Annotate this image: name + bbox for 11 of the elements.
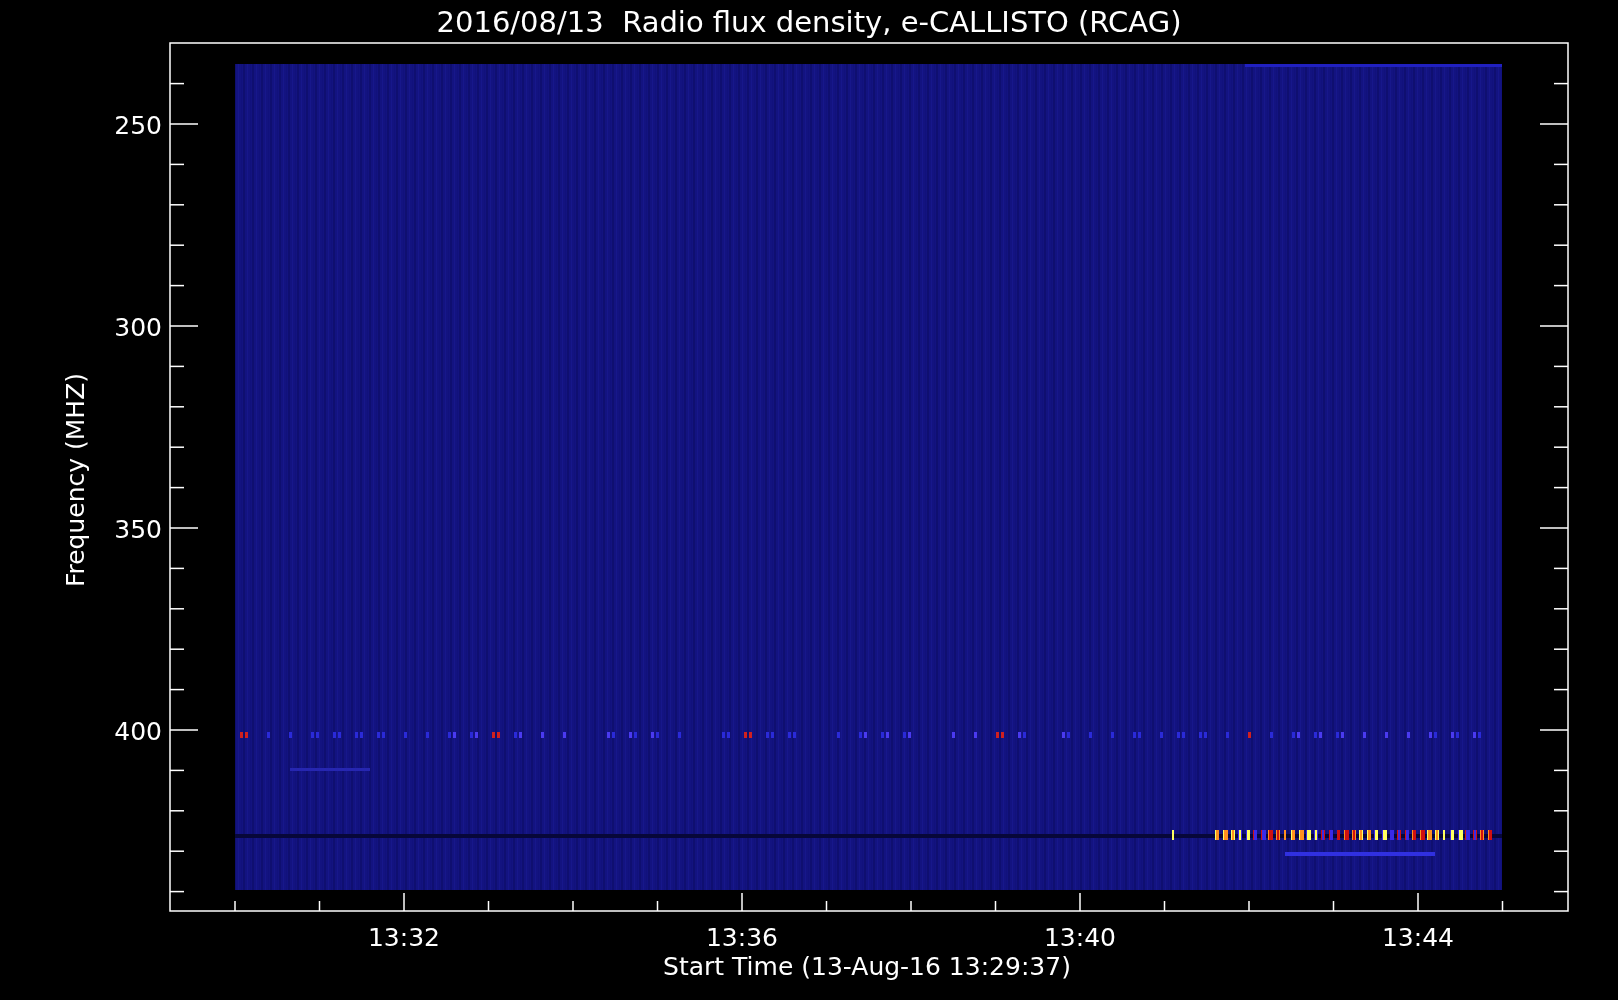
x-tick-label: 13:44: [1382, 923, 1454, 952]
y-axis-label: Frequency (MHZ): [61, 372, 90, 588]
x-tick-label: 13:40: [1044, 923, 1116, 952]
y-tick-label: 400: [114, 717, 162, 746]
y-tick-label: 350: [114, 515, 162, 544]
chart-title: 2016/08/13 Radio flux density, e-CALLISTO (RCAG): [436, 5, 1182, 39]
x-tick-label: 13:32: [368, 923, 440, 952]
x-axis-label: Start Time (13-Aug-16 13:29:37): [663, 952, 1071, 981]
y-tick-label: 300: [114, 313, 162, 342]
x-tick-label: 13:36: [706, 923, 778, 952]
y-tick-label: 250: [114, 111, 162, 140]
